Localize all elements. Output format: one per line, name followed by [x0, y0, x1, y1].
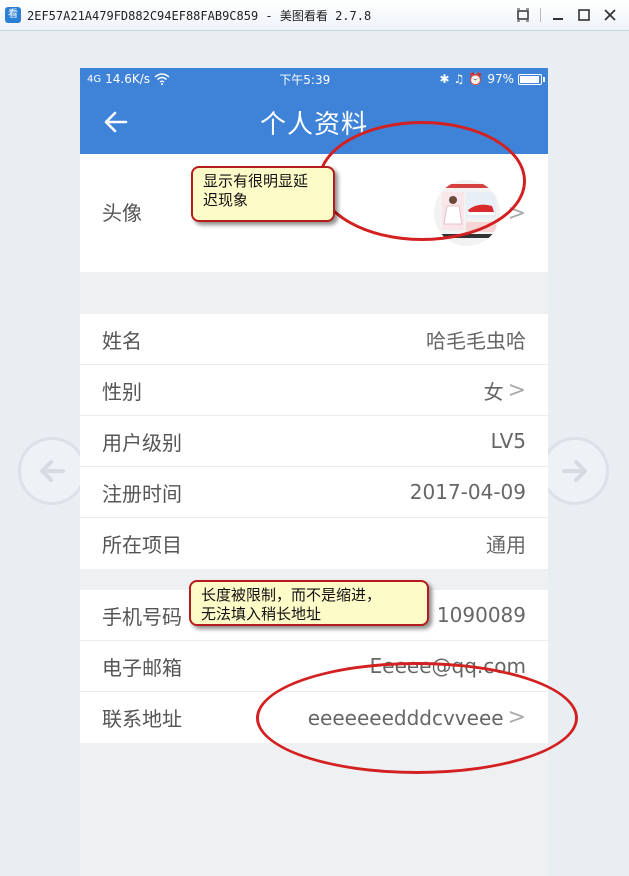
profile-row[interactable]: 用户级别 LV5: [80, 416, 548, 467]
row-label: 电子邮箱: [102, 655, 182, 680]
row-value: 2017-04-09: [410, 480, 526, 504]
profile-row[interactable]: 注册时间 2017-04-09: [80, 467, 548, 518]
row-label: 性别: [102, 379, 142, 404]
window-titlebar: 看 2EF57A21A479FD882C94EF88FAB9C859 - 美图看…: [0, 0, 629, 31]
profile-row[interactable]: 所在项目 通用: [80, 518, 548, 569]
avatar-label: 头像: [102, 200, 142, 225]
row-label: 用户级别: [102, 430, 182, 455]
profile-row[interactable]: 姓名 哈毛毛虫哈: [80, 314, 548, 365]
window-controls: [510, 4, 623, 26]
image-canvas: 4G 14.6K/s 下午5:39 ✱ ♫ ⏰ 97% 个人资料 头像 > 姓名…: [0, 32, 629, 876]
annotation-callout-delay: 显示有很明显延 迟现象: [191, 166, 335, 222]
mute-icon: ♫: [453, 72, 465, 86]
annotation-callout-length: 长度被限制，而不是缩进， 无法填入稍长地址: [189, 580, 429, 626]
back-arrow-icon[interactable]: [102, 108, 130, 136]
basic-info-section: 姓名 哈毛毛虫哈性别 女 > 用户级别 LV5 注册时间 2017-04-09 所在项目 通用: [80, 314, 548, 569]
row-value-text: 女: [483, 379, 504, 404]
arrow-right-icon: [562, 460, 587, 482]
window-controls-divider: [540, 8, 541, 22]
row-value: 女 >: [484, 376, 526, 405]
highlight-ellipse-address: [256, 662, 578, 774]
highlight-ellipse-avatar: [318, 121, 526, 241]
row-value: 1090089: [437, 603, 526, 627]
row-value: 哈毛毛虫哈: [426, 325, 526, 354]
signal-icon: 4G: [87, 73, 102, 85]
chevron-right-icon: >: [507, 377, 526, 403]
window-title: 2EF57A21A479FD882C94EF88FAB9C859 - 美图看看 …: [27, 8, 372, 23]
alarm-icon: ⏰: [468, 72, 484, 86]
network-speed: 14.6K/s: [105, 72, 151, 86]
app-icon: 看: [5, 7, 21, 23]
row-value-text: LV5: [490, 429, 526, 453]
row-label: 联系地址: [102, 707, 182, 731]
row-label: 注册时间: [102, 481, 182, 506]
row-value-text: 1090089: [436, 603, 526, 627]
minimize-icon[interactable]: [545, 4, 571, 26]
status-time: 下午5:39: [279, 72, 331, 87]
wifi-icon: [154, 73, 170, 85]
battery-percent: 97%: [487, 72, 514, 86]
arrow-left-icon: [40, 460, 65, 482]
section-divider: [80, 272, 548, 314]
battery-level: [519, 75, 540, 83]
bluetooth-icon: ✱: [439, 72, 450, 86]
row-value-text: 通用: [486, 533, 526, 557]
battery-icon: [517, 73, 545, 85]
phone-status-bar: 4G 14.6K/s 下午5:39 ✱ ♫ ⏰ 97%: [80, 68, 548, 90]
row-label: 手机号码: [102, 604, 182, 629]
row-value-text: 哈毛毛虫哈: [426, 328, 526, 353]
row-value-text: 2017-04-09: [409, 480, 526, 504]
page-title: 个人资料: [259, 109, 368, 140]
row-label: 姓名: [102, 328, 142, 353]
row-value: LV5: [491, 429, 526, 453]
profile-row[interactable]: 性别 女 >: [80, 365, 548, 416]
row-value: 通用: [486, 529, 526, 558]
next-image-button[interactable]: [541, 437, 609, 505]
row-label: 所在项目: [102, 533, 182, 557]
close-icon[interactable]: [597, 4, 623, 26]
maximize-icon[interactable]: [571, 4, 597, 26]
restore-icon[interactable]: [510, 4, 536, 26]
previous-image-button[interactable]: [18, 437, 86, 505]
